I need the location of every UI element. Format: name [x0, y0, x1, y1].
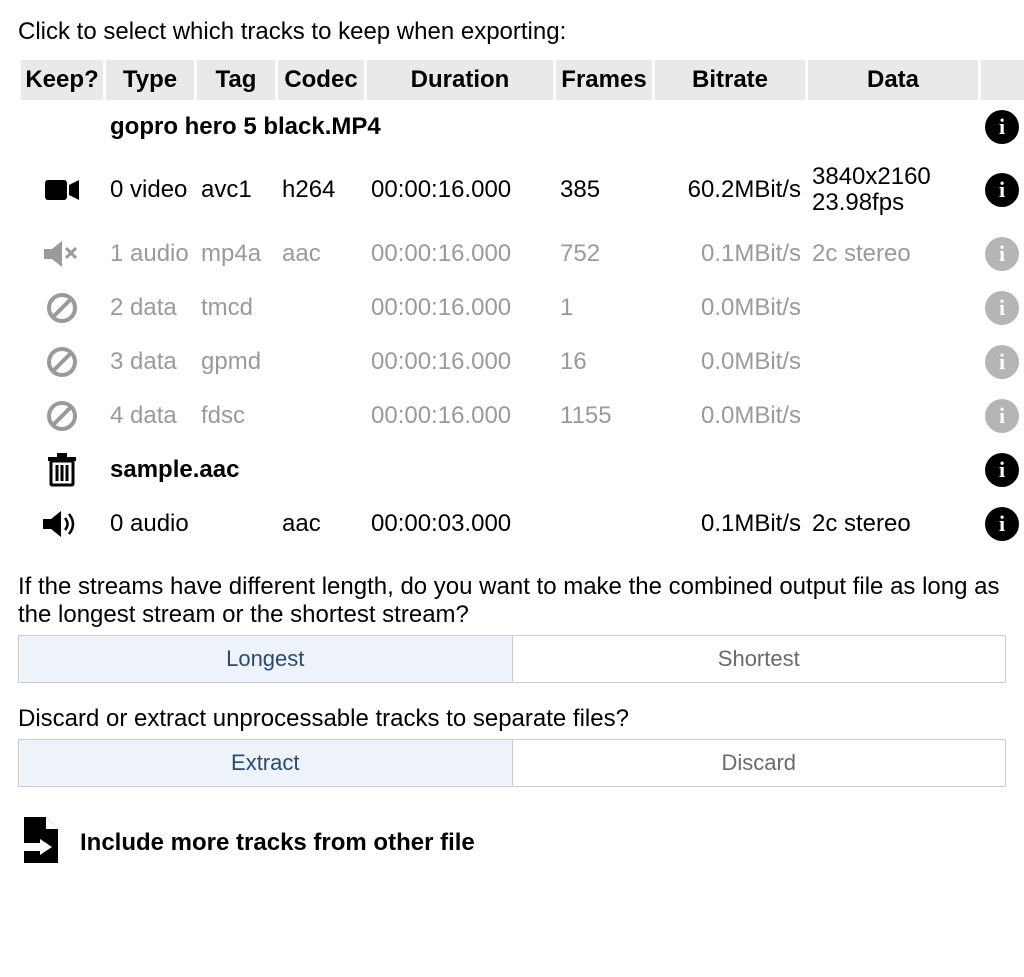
track-data: 3840x216023.98fps — [808, 154, 978, 227]
unproc-toggle: Extract Discard — [18, 739, 1006, 787]
length-option-shortest[interactable]: Shortest — [512, 636, 1006, 682]
track-tag: gpmd — [197, 335, 275, 389]
track-data — [808, 335, 978, 389]
track-row: 0 videoavc1h26400:00:16.00038560.2MBit/s… — [21, 154, 1024, 227]
instruction-text: Click to select which tracks to keep whe… — [18, 18, 1006, 46]
file-row: gopro hero 5 black.MP4i — [21, 100, 1024, 154]
ban-icon[interactable] — [21, 335, 103, 389]
info-icon[interactable]: i — [985, 399, 1019, 433]
track-bitrate: 0.0MBit/s — [655, 389, 805, 443]
header-frames: Frames — [556, 60, 652, 100]
track-frames: 385 — [556, 154, 652, 227]
info-icon[interactable]: i — [985, 453, 1019, 487]
track-tag: avc1 — [197, 154, 275, 227]
track-tag: tmcd — [197, 281, 275, 335]
track-duration: 00:00:16.000 — [367, 335, 553, 389]
header-type: Type — [106, 60, 194, 100]
header-bitrate: Bitrate — [655, 60, 805, 100]
track-tag — [197, 497, 275, 551]
tracks-table: Keep? Type Tag Codec Duration Frames Bit… — [18, 60, 1024, 551]
length-option-longest[interactable]: Longest — [19, 636, 512, 682]
header-codec: Codec — [278, 60, 364, 100]
length-toggle: Longest Shortest — [18, 635, 1006, 683]
track-type: 3 data — [106, 335, 194, 389]
file-name: gopro hero 5 black.MP4 — [106, 100, 978, 154]
track-duration: 00:00:16.000 — [367, 227, 553, 281]
info-icon[interactable]: i — [985, 345, 1019, 379]
muted-icon[interactable] — [21, 227, 103, 281]
track-duration: 00:00:16.000 — [367, 389, 553, 443]
track-bitrate: 0.1MBit/s — [655, 227, 805, 281]
info-icon[interactable]: i — [985, 237, 1019, 271]
track-bitrate: 0.0MBit/s — [655, 335, 805, 389]
track-row: 0 audio aac00:00:03.000 0.1MBit/s2c stereo… — [21, 497, 1024, 551]
track-type: 4 data — [106, 389, 194, 443]
include-more-label: Include more tracks from other file — [80, 829, 475, 857]
header-row: Keep? Type Tag Codec Duration Frames Bit… — [21, 60, 1024, 100]
track-data — [808, 281, 978, 335]
track-bitrate: 0.1MBit/s — [655, 497, 805, 551]
speaker-icon[interactable] — [21, 497, 103, 551]
track-codec: aac — [278, 227, 364, 281]
unproc-question: Discard or extract unprocessable tracks … — [18, 705, 1006, 733]
file-row: sample.aaci — [21, 443, 1024, 497]
track-bitrate: 60.2MBit/s — [655, 154, 805, 227]
file-icon-cell — [21, 100, 103, 154]
track-type: 0 audio — [106, 497, 194, 551]
ban-icon[interactable] — [21, 389, 103, 443]
ban-icon[interactable] — [21, 281, 103, 335]
video-icon[interactable] — [21, 154, 103, 227]
track-type: 2 data — [106, 281, 194, 335]
header-keep: Keep? — [21, 60, 103, 100]
track-row: 3 datagpmd 00:00:16.000160.0MBit/s i — [21, 335, 1024, 389]
file-import-icon — [18, 817, 58, 870]
header-data: Data — [808, 60, 978, 100]
header-info — [981, 60, 1024, 100]
header-tag: Tag — [197, 60, 275, 100]
info-icon[interactable]: i — [985, 110, 1019, 144]
track-codec — [278, 389, 364, 443]
track-type: 0 video — [106, 154, 194, 227]
unproc-option-discard[interactable]: Discard — [512, 740, 1006, 786]
track-codec — [278, 335, 364, 389]
track-data — [808, 389, 978, 443]
header-duration: Duration — [367, 60, 553, 100]
trash-icon[interactable] — [21, 443, 103, 497]
track-frames: 16 — [556, 335, 652, 389]
track-type: 1 audio — [106, 227, 194, 281]
track-tag: mp4a — [197, 227, 275, 281]
track-data: 2c stereo — [808, 227, 978, 281]
track-row: 1 audiomp4aaac00:00:16.0007520.1MBit/s2c… — [21, 227, 1024, 281]
track-frames: 752 — [556, 227, 652, 281]
track-duration: 00:00:16.000 — [367, 281, 553, 335]
track-row: 2 datatmcd 00:00:16.00010.0MBit/s i — [21, 281, 1024, 335]
file-name: sample.aac — [106, 443, 978, 497]
track-frames — [556, 497, 652, 551]
info-icon[interactable]: i — [985, 173, 1019, 207]
info-icon[interactable]: i — [985, 507, 1019, 541]
track-codec: aac — [278, 497, 364, 551]
track-data: 2c stereo — [808, 497, 978, 551]
unproc-option-extract[interactable]: Extract — [19, 740, 512, 786]
track-duration: 00:00:16.000 — [367, 154, 553, 227]
length-question: If the streams have different length, do… — [18, 573, 1006, 629]
include-more-button[interactable]: Include more tracks from other file — [18, 817, 1006, 870]
track-codec — [278, 281, 364, 335]
info-icon[interactable]: i — [985, 291, 1019, 325]
track-codec: h264 — [278, 154, 364, 227]
track-frames: 1155 — [556, 389, 652, 443]
track-frames: 1 — [556, 281, 652, 335]
track-row: 4 datafdsc 00:00:16.00011550.0MBit/s i — [21, 389, 1024, 443]
track-tag: fdsc — [197, 389, 275, 443]
track-duration: 00:00:03.000 — [367, 497, 553, 551]
track-bitrate: 0.0MBit/s — [655, 281, 805, 335]
